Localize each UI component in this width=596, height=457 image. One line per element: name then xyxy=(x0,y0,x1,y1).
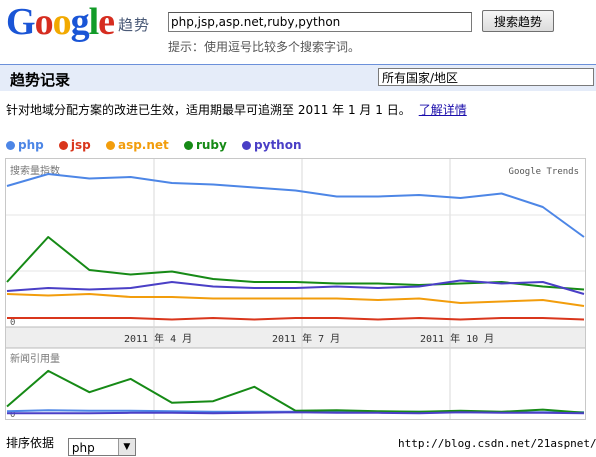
x-tick-label: 2011 年 4 月 xyxy=(124,332,192,345)
legend-label: ruby xyxy=(195,138,227,152)
legend-dot-icon xyxy=(183,141,193,150)
sort-select[interactable]: php ▼ xyxy=(67,438,136,456)
chevron-down-icon: ▼ xyxy=(117,439,135,455)
series-line-python xyxy=(7,411,585,415)
legend-item-php[interactable]: php xyxy=(6,138,44,152)
search-hint: 提示：使用逗号比较多个搜索字词。 xyxy=(168,40,361,54)
legend-dot-icon xyxy=(105,141,115,150)
news-chart-title: 新闻引用量 xyxy=(10,352,60,365)
chart-legend: php jsp asp.net ruby python xyxy=(6,138,313,152)
chart-watermark: Google Trends xyxy=(509,167,579,177)
learn-more-link[interactable]: 了解详情 xyxy=(419,103,467,117)
sort-control: 排序依据 php ▼ xyxy=(6,434,136,456)
series-line-ruby xyxy=(6,369,585,414)
x-tick-label: 2011 年 7 月 xyxy=(272,332,340,345)
trends-chart[interactable]: 2011 年 4 月 2011 年 7 月 2011 年 10 月搜索量指数 Goog… xyxy=(5,158,586,420)
search-input[interactable] xyxy=(168,12,472,32)
legend-label: asp.net xyxy=(117,138,169,152)
logo-letter: o xyxy=(52,1,72,43)
legend-dot-icon xyxy=(6,141,15,150)
logo-letter: g xyxy=(70,1,90,43)
google-logo[interactable]: Google xyxy=(6,1,115,43)
logo-letter: o xyxy=(34,1,54,43)
blog-url: http://blog.csdn.net/21aspnet/ xyxy=(398,437,596,450)
logo-letter: G xyxy=(6,1,36,43)
sort-label: 排序依据 xyxy=(6,436,55,450)
notice-text: 针对地域分配方案的改进已生效，适用期最早可追溯至 2011 年 1 月 1 日。… xyxy=(6,101,467,118)
trends-history-bar: 趋势记录 所有国家/地区 xyxy=(0,64,596,91)
legend-item-jsp[interactable]: jsp xyxy=(58,138,91,152)
sort-selected-value: php xyxy=(71,441,95,455)
legend-item-ruby[interactable]: ruby xyxy=(183,138,227,152)
legend-dot-icon xyxy=(242,141,252,150)
legend-label: php xyxy=(18,138,44,152)
x-tick-label: 2011 年 10 月 xyxy=(420,332,494,345)
region-select[interactable]: 所有国家/地区 xyxy=(378,68,594,86)
section-title: 趋势记录 xyxy=(10,71,71,89)
legend-dot-icon xyxy=(58,141,68,150)
notice-message: 针对地域分配方案的改进已生效，适用期最早可追溯至 2011 年 1 月 1 日。 xyxy=(6,103,411,117)
legend-item-python[interactable]: python xyxy=(242,138,302,152)
search-trends-button[interactable]: 搜索趋势 xyxy=(482,10,554,32)
logo-letter: e xyxy=(98,1,115,43)
zero-label: 0 xyxy=(10,318,15,328)
legend-item-aspnet[interactable]: asp.net xyxy=(105,138,169,152)
legend-label: python xyxy=(254,138,302,152)
logo-letter: l xyxy=(88,1,100,43)
logo-trends-label: 趋势 xyxy=(118,16,151,34)
chart-svg: 2011 年 4 月 2011 年 7 月 2011 年 10 月搜索量指数 Goog… xyxy=(6,159,585,419)
legend-label: jsp xyxy=(70,138,91,152)
